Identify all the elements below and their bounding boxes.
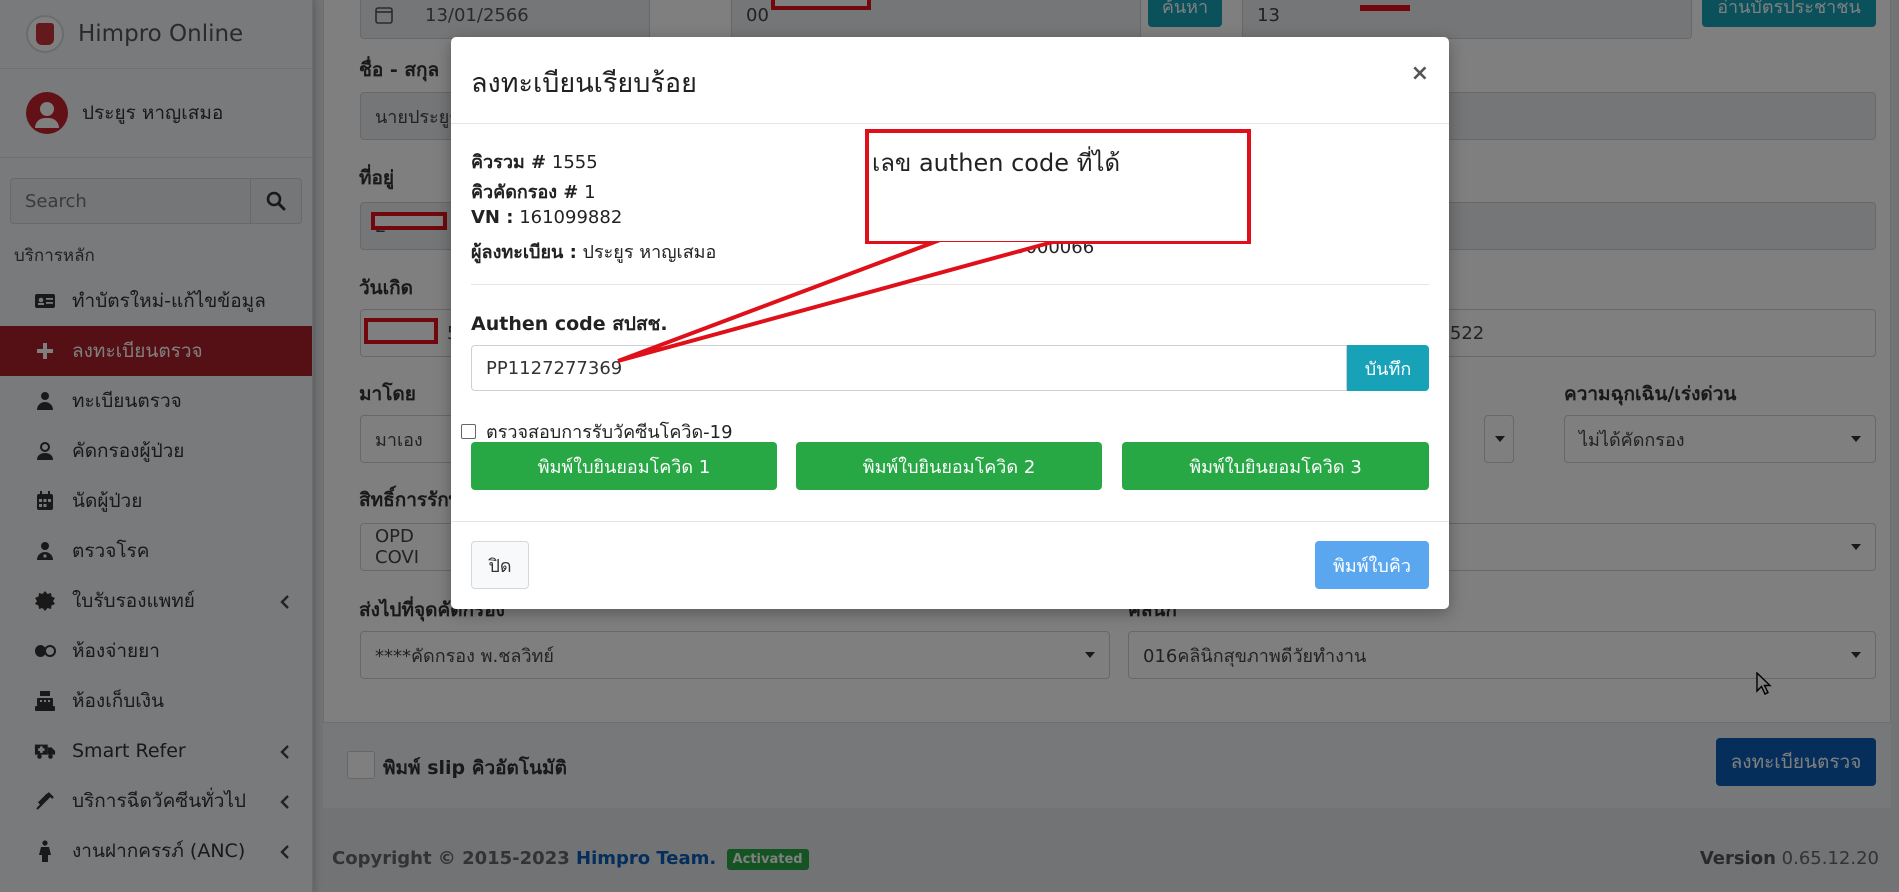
authen-label: Authen code สปสช. (471, 313, 668, 335)
right-info-fragment: 0000066 (1014, 237, 1095, 258)
vn-label: VN : (471, 207, 514, 228)
registrar-label: ผู้ลงทะเบียน : (471, 242, 577, 263)
close-icon[interactable]: × (1411, 61, 1429, 86)
right-info-fragment: ย์ (1241, 152, 1252, 173)
close-button[interactable]: ปิด (471, 541, 529, 589)
vaccine-checkbox[interactable] (461, 424, 476, 439)
vn-info: VN : 161099882 (471, 207, 622, 228)
divider (451, 521, 1449, 522)
registration-success-modal: ลงทะเบียนเรียบร้อย × คิวรวม # 1555 คิวคั… (451, 37, 1449, 609)
queue-total-label: คิวรวม # (471, 152, 547, 173)
modal-title: ลงทะเบียนเรียบร้อย (471, 68, 697, 99)
queue-screening-label: คิวคัดกรอง # (471, 182, 579, 203)
annotation-text: เลข authen code ที่ได้ (872, 149, 1121, 177)
registrar-info: ผู้ลงทะเบียน : ประยูร หาญเสมอ (471, 237, 716, 266)
print-consent-3-button[interactable]: พิมพ์ใบยินยอมโควิด 3 (1122, 442, 1429, 490)
vn-value: 161099882 (519, 207, 623, 228)
registrar-value: ประยูร หาญเสมอ (582, 242, 717, 263)
queue-screening: คิวคัดกรอง # 1 (471, 177, 596, 206)
print-consent-2-button[interactable]: พิมพ์ใบยินยอมโควิด 2 (796, 442, 1102, 490)
print-queue-button[interactable]: พิมพ์ใบคิว (1315, 541, 1429, 589)
queue-screening-value: 1 (584, 182, 596, 203)
save-authen-button[interactable]: บันทึก (1347, 345, 1429, 391)
queue-total-value: 1555 (551, 152, 598, 173)
authen-code-value: PP1127277369 (486, 357, 623, 379)
queue-total: คิวรวม # 1555 (471, 147, 598, 176)
authen-code-input[interactable]: PP1127277369 (471, 345, 1347, 391)
print-consent-1-button[interactable]: พิมพ์ใบยินยอมโควิด 1 (471, 442, 777, 490)
modal-header: ลงทะเบียนเรียบร้อย × (451, 37, 1449, 124)
divider (471, 284, 1429, 285)
